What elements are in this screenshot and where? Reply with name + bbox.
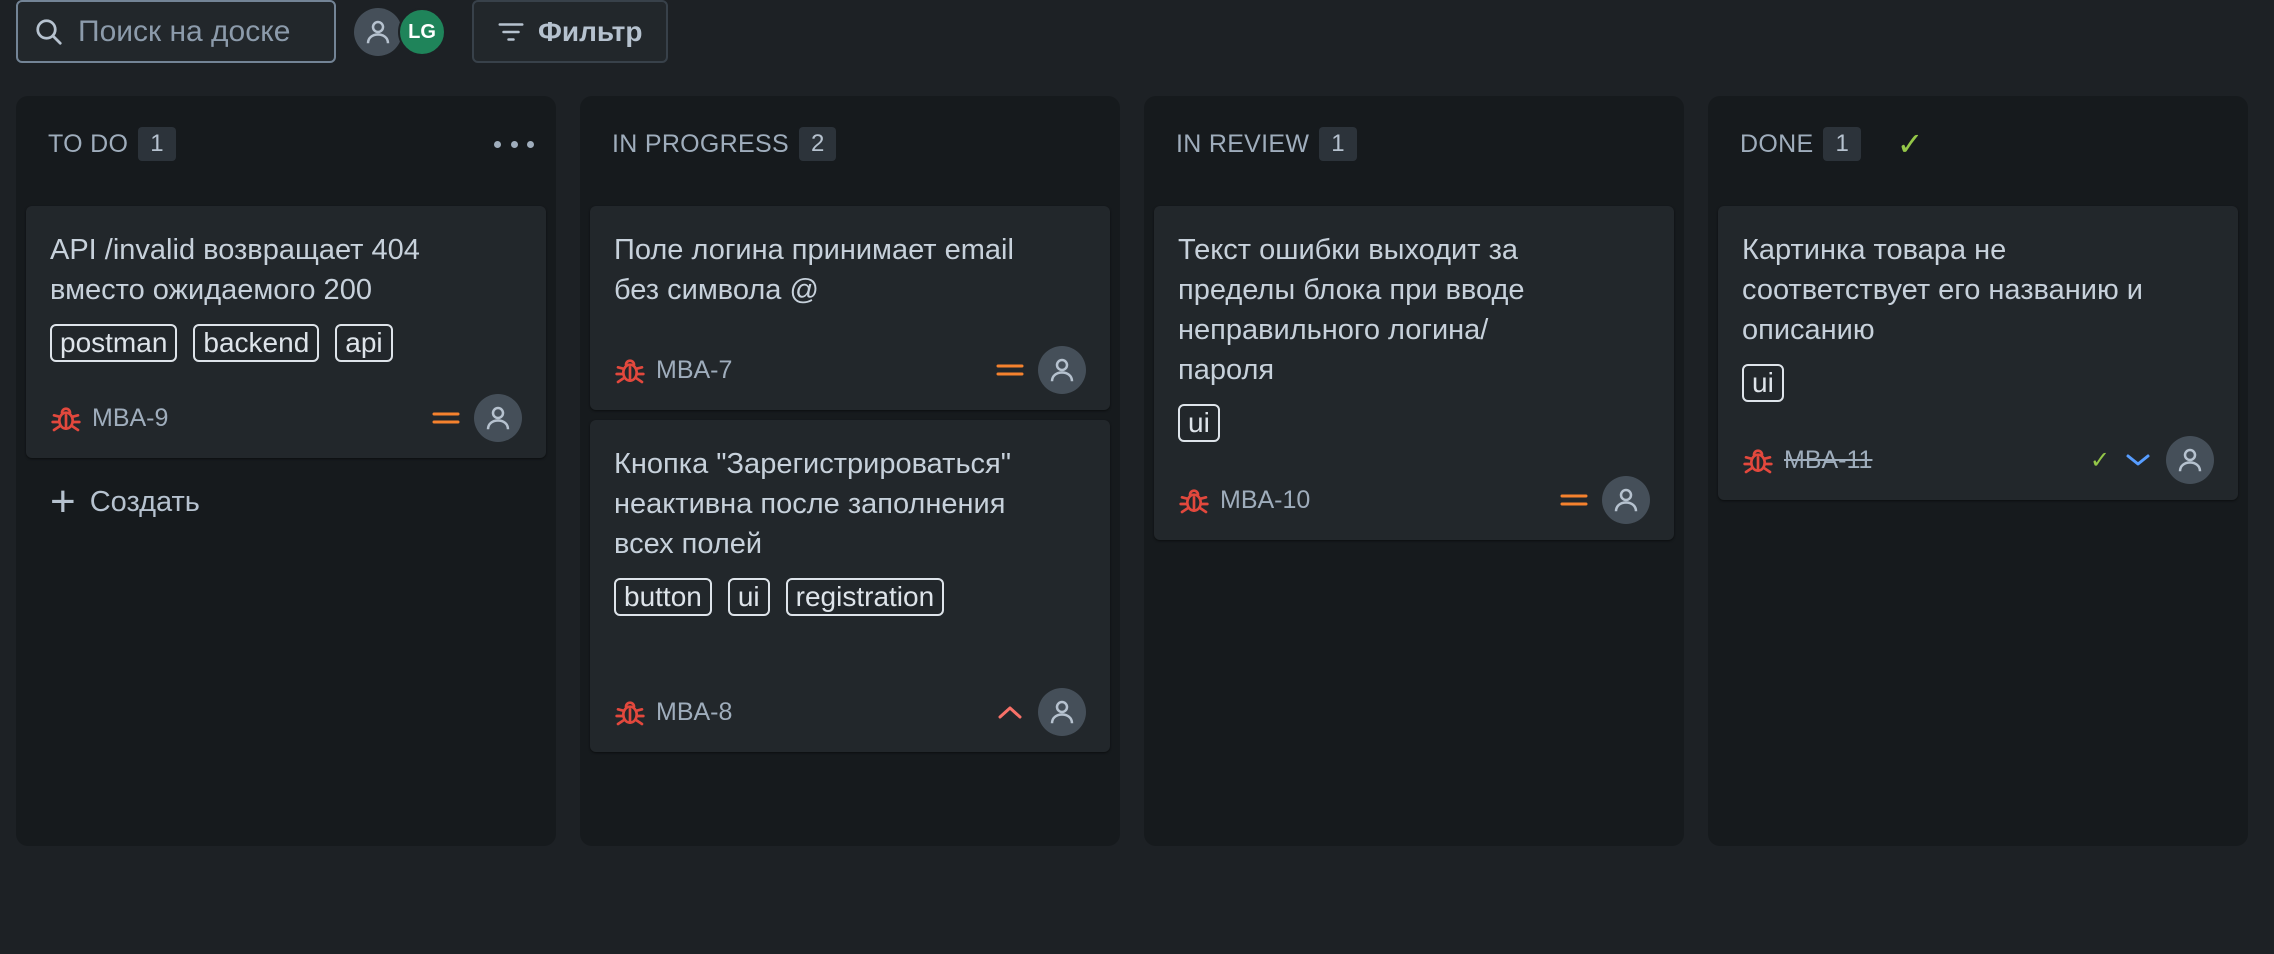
card-title: Картинка товара не соответствует его наз… [1742,234,2143,346]
issue-key[interactable]: MBA-9 [92,404,168,433]
user-icon [1050,700,1074,724]
column-done: DONE 1 ✓ Картинка товара не соответствуе… [1708,96,2248,846]
create-label: Создать [89,485,200,518]
column-in-progress: IN PROGRESS 2 Поле логина принимает emai… [580,96,1120,846]
card-footer: MBA-7 [614,346,1086,394]
label-tag[interactable]: backend [193,324,320,362]
priority-medium-icon [432,408,460,428]
card-title: Поле логина принимает email без символа … [614,234,1014,306]
priority-medium-icon [996,360,1024,380]
create-issue-button[interactable]: + Создать [50,477,200,526]
plus-icon: + [50,477,76,526]
issue-card-mba-9[interactable]: API /invalid возвращает 404 вместо ожида… [26,206,546,458]
filter-label: Фильтр [538,15,643,47]
card-labels: ui [1178,404,1650,442]
card-title: Текст ошибки выходит за пределы блока пр… [1178,234,1525,386]
label-tag[interactable]: ui [1742,364,1784,402]
column-title: IN PROGRESS [612,129,789,158]
user-icon [366,20,390,44]
priority-high-icon [996,702,1024,722]
card-footer: MBA-10 [1178,476,1650,524]
assignee-avatar[interactable] [2166,436,2214,484]
card-meta [1560,476,1650,524]
issue-card-mba-10[interactable]: Текст ошибки выходит за пределы блока пр… [1154,206,1674,540]
label-tag[interactable]: ui [1178,404,1220,442]
column-header: DONE 1 ✓ [1740,126,1924,162]
column-count: 2 [798,127,837,161]
user-icon [1050,358,1074,382]
card-labels: postman backend api [50,324,522,362]
board-search[interactable] [16,0,336,63]
user-icon [2178,448,2202,472]
issue-key[interactable]: MBA-10 [1220,486,1310,515]
label-tag[interactable]: ui [727,578,770,616]
column-header: IN PROGRESS 2 [612,126,837,162]
more-icon[interactable] [494,126,534,162]
card-title: API /invalid возвращает 404 вместо ожида… [50,234,420,306]
assignee-avatar[interactable] [1038,688,1086,736]
bug-icon [1179,489,1209,514]
card-meta [432,394,522,442]
search-input[interactable] [78,14,328,49]
card-title: Кнопка "Зарегистрироваться" неактивна по… [614,448,1012,560]
priority-low-icon [2124,450,2152,470]
column-in-review: IN REVIEW 1 Текст ошибки выходит за пред… [1144,96,1684,846]
user-icon [1614,488,1638,512]
issue-key[interactable]: MBA-11 [1784,446,1872,475]
assignee-avatar[interactable] [1602,476,1650,524]
card-footer: MBA-11 ✓ [1742,436,2214,484]
assignee-avatar[interactable] [1038,346,1086,394]
card-meta: ✓ [2090,436,2214,484]
bug-icon [615,701,645,726]
column-count: 1 [1823,127,1861,161]
label-tag[interactable]: postman [50,324,178,362]
bug-icon [1743,449,1773,474]
check-icon: ✓ [1896,126,1924,162]
issue-key[interactable]: MBA-7 [656,356,732,385]
user-avatar-lg[interactable]: LG [398,8,446,56]
column-todo: TO DO 1 API /invalid возвращает 404 вмес… [16,96,556,846]
card-meta [996,688,1086,736]
filter-icon [498,22,524,41]
unassigned-avatar[interactable] [354,8,402,56]
column-count: 1 [138,127,176,161]
label-tag[interactable]: button [614,578,712,616]
user-icon [486,406,510,430]
column-title: DONE [1740,129,1814,158]
label-tag[interactable]: registration [785,578,945,616]
card-meta [996,346,1086,394]
check-icon: ✓ [2089,446,2110,474]
filter-button[interactable]: Фильтр [472,0,668,63]
issue-card-mba-11[interactable]: Картинка товара не соответствует его наз… [1718,206,2238,500]
bug-icon [51,407,81,432]
board-avatars: LG [354,8,446,56]
search-icon [36,18,62,45]
column-title: IN REVIEW [1176,129,1310,158]
column-count: 1 [1319,127,1357,161]
label-tag[interactable]: api [335,324,393,362]
bug-icon [615,359,645,384]
issue-key[interactable]: MBA-8 [656,698,732,727]
issue-card-mba-8[interactable]: Кнопка "Зарегистрироваться" неактивна по… [590,420,1110,752]
issue-card-mba-7[interactable]: Поле логина принимает email без символа … [590,206,1110,410]
card-labels: button ui registration [614,578,1086,616]
column-header: TO DO 1 [48,126,176,162]
assignee-avatar[interactable] [474,394,522,442]
column-header: IN REVIEW 1 [1176,126,1357,162]
card-footer: MBA-8 [614,688,1086,736]
column-title: TO DO [48,129,129,158]
card-footer: MBA-9 [50,394,522,442]
card-labels: ui [1742,364,2214,402]
priority-medium-icon [1560,490,1588,510]
